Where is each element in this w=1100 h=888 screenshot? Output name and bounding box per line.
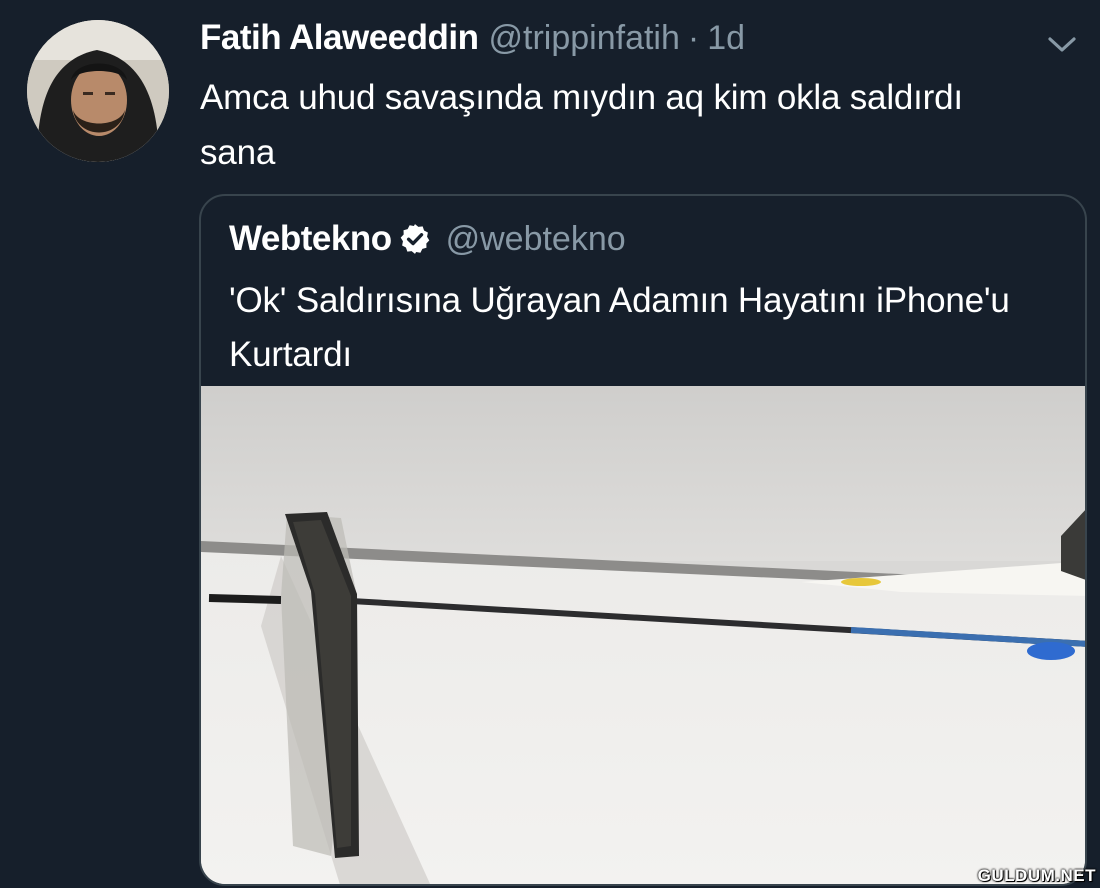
separator-dot: · [687,19,700,57]
quoted-author-name[interactable]: Webtekno [229,219,392,259]
quoted-tweet-card[interactable]: Webtekno @webtekno 'Ok' Saldırısına Uğra… [199,194,1087,886]
tweet-text: Amca uhud savaşında mıydın aq kim okla s… [200,78,963,172]
tweet-menu-button[interactable] [1044,30,1080,58]
author-name[interactable]: Fatih Alaweeddin [200,18,479,58]
author-handle[interactable]: @trippinfatih [489,19,680,58]
tweet-header: Fatih Alaweeddin @trippinfatih · 1d [200,18,745,62]
chevron-down-icon [1048,37,1076,52]
arrow-phone-photo [201,386,1085,884]
quoted-author-handle[interactable]: @webtekno [446,220,626,259]
verified-badge-icon [400,224,429,254]
tweet-timestamp[interactable]: 1d [707,19,745,58]
quoted-tweet-text: 'Ok' Saldırısına Uğrayan Adamın Hayatını… [229,281,1010,374]
avatar-photo [27,20,169,162]
watermark: GULDUM.NET [977,866,1096,885]
quoted-tweet-header: Webtekno @webtekno [229,216,626,262]
quoted-tweet-image[interactable] [201,386,1085,884]
author-avatar[interactable] [27,20,169,162]
